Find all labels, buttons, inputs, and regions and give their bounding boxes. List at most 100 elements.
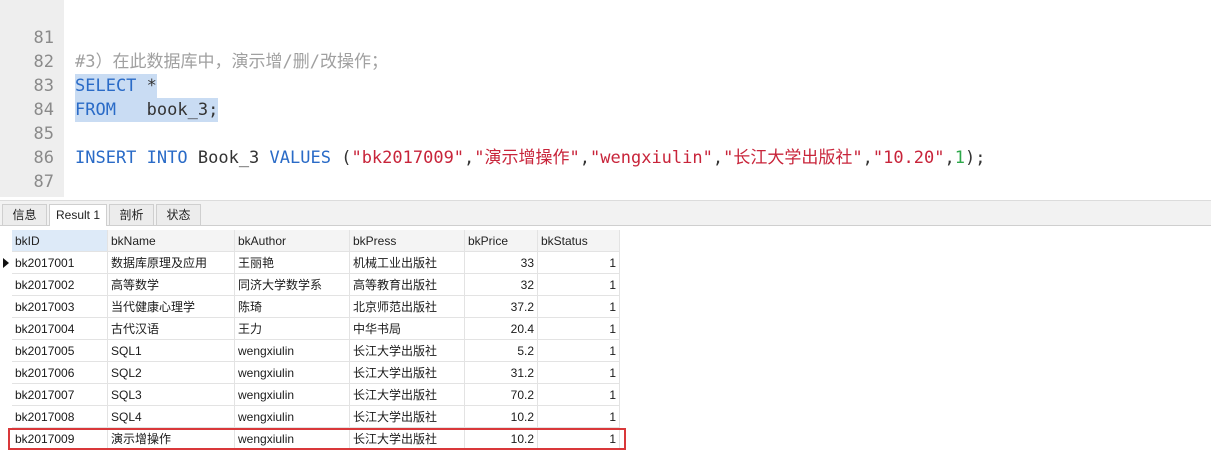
cell-bkauthor[interactable]: wengxiulin xyxy=(235,428,350,450)
table-row[interactable]: bk2017004 古代汉语 王力 中华书局 20.4 1 xyxy=(0,318,620,340)
cell-bkstatus[interactable]: 1 xyxy=(538,428,620,450)
result-grid[interactable]: bkID bkName bkAuthor bkPress bkPrice bkS… xyxy=(0,226,1211,464)
cell-bkpress[interactable]: 长江大学出版社 xyxy=(350,406,465,428)
code-line-87[interactable]: 87 xyxy=(0,146,54,192)
keyword-insert: INSERT xyxy=(75,148,137,168)
cell-bkauthor[interactable]: wengxiulin xyxy=(235,340,350,362)
number-literal: 1 xyxy=(954,148,965,168)
cell-bkpress[interactable]: 机械工业出版社 xyxy=(350,252,465,274)
string-literal: "wengxiulin" xyxy=(590,148,713,168)
cell-bkprice[interactable]: 37.2 xyxy=(465,296,538,318)
cell-bkpress[interactable]: 长江大学出版社 xyxy=(350,384,465,406)
cell-bkname[interactable]: SQL2 xyxy=(108,362,235,384)
code-line-86[interactable]: 86 xyxy=(0,122,54,168)
code-line-84[interactable]: 84 xyxy=(0,74,54,120)
cell-bkname[interactable]: SQL3 xyxy=(108,384,235,406)
column-header-bkpress[interactable]: bkPress xyxy=(350,230,465,252)
cell-bkstatus[interactable]: 1 xyxy=(538,318,620,340)
comma: , xyxy=(464,148,475,168)
table-row[interactable]: bk2017009 演示增操作 wengxiulin 长江大学出版社 10.2 1 xyxy=(0,428,620,450)
table-row[interactable]: bk2017006 SQL2 wengxiulin 长江大学出版社 31.2 1 xyxy=(0,362,620,384)
cell-bkname[interactable]: 古代汉语 xyxy=(108,318,235,340)
cell-bkid[interactable]: bk2017004 xyxy=(12,318,108,340)
cell-bkid[interactable]: bk2017002 xyxy=(12,274,108,296)
cell-bkstatus[interactable]: 1 xyxy=(538,362,620,384)
column-header-bkname[interactable]: bkName xyxy=(108,230,235,252)
open-paren: ( xyxy=(330,148,352,168)
comma: , xyxy=(712,148,724,168)
cell-bkname[interactable]: SQL4 xyxy=(108,406,235,428)
string-literal: "bk2017009" xyxy=(351,148,465,168)
cell-bkauthor[interactable]: wengxiulin xyxy=(235,406,350,428)
cell-bkprice[interactable]: 10.2 xyxy=(465,406,538,428)
cell-bkprice[interactable]: 31.2 xyxy=(465,362,538,384)
cell-bkprice[interactable]: 20.4 xyxy=(465,318,538,340)
cell-bkauthor[interactable]: 王力 xyxy=(235,318,350,340)
column-header-bkprice[interactable]: bkPrice xyxy=(465,230,538,252)
cell-bkname[interactable]: 数据库原理及应用 xyxy=(108,252,235,274)
code-line-81[interactable]: 81 #3）在此数据库中，演示增/删/改操作； xyxy=(0,2,388,72)
sql-editor[interactable]: 81 #3）在此数据库中，演示增/删/改操作； 82 SELECT * 83 F… xyxy=(0,0,1211,197)
cell-bkprice[interactable]: 5.2 xyxy=(465,340,538,362)
cell-bkstatus[interactable]: 1 xyxy=(538,274,620,296)
tab-info[interactable]: 信息 xyxy=(2,204,47,225)
tab-profile[interactable]: 剖析 xyxy=(109,204,154,225)
column-header-bkid[interactable]: bkID xyxy=(12,230,108,252)
cell-bkpress[interactable]: 北京师范出版社 xyxy=(350,296,465,318)
cell-bkid[interactable]: bk2017008 xyxy=(12,406,108,428)
cell-bkauthor[interactable]: wengxiulin xyxy=(235,362,350,384)
string-literal: "长江大学出版社" xyxy=(723,148,863,168)
table-row[interactable]: bk2017005 SQL1 wengxiulin 长江大学出版社 5.2 1 xyxy=(0,340,620,362)
cell-bkstatus[interactable]: 1 xyxy=(538,252,620,274)
cell-bkprice[interactable]: 70.2 xyxy=(465,384,538,406)
table-row[interactable]: bk2017002 高等数学 同济大学数学系 高等教育出版社 32 1 xyxy=(0,274,620,296)
cell-bkid[interactable]: bk2017009 xyxy=(12,428,108,450)
cell-bkid[interactable]: bk2017007 xyxy=(12,384,108,406)
cell-bkname[interactable]: 高等数学 xyxy=(108,274,235,296)
table-row[interactable]: bk2017003 当代健康心理学 陈琦 北京师范出版社 37.2 1 xyxy=(0,296,620,318)
cell-bkprice[interactable]: 10.2 xyxy=(465,428,538,450)
table-name: Book_3 xyxy=(197,148,260,168)
cell-bkpress[interactable]: 中华书局 xyxy=(350,318,465,340)
cell-bkname[interactable]: 演示增操作 xyxy=(108,428,235,450)
cell-bkauthor[interactable]: 王丽艳 xyxy=(235,252,350,274)
cell-bkauthor[interactable]: 同济大学数学系 xyxy=(235,274,350,296)
cell-bkstatus[interactable]: 1 xyxy=(538,406,620,428)
cell-bkauthor[interactable]: 陈琦 xyxy=(235,296,350,318)
cell-bkid[interactable]: bk2017006 xyxy=(12,362,108,384)
comma: , xyxy=(862,148,873,168)
cell-bkprice[interactable]: 33 xyxy=(465,252,538,274)
cell-bkname[interactable]: SQL1 xyxy=(108,340,235,362)
code-comment: #3）在此数据库中，演示增/删/改操作； xyxy=(75,52,388,72)
column-header-bkauthor[interactable]: bkAuthor xyxy=(235,230,350,252)
cell-bkprice[interactable]: 32 xyxy=(465,274,538,296)
table-row[interactable]: bk2017007 SQL3 wengxiulin 长江大学出版社 70.2 1 xyxy=(0,384,620,406)
cell-bkid[interactable]: bk2017001 xyxy=(12,252,108,274)
code-line-82[interactable]: 82 SELECT * xyxy=(0,26,157,98)
cell-bkpress[interactable]: 长江大学出版社 xyxy=(350,362,465,384)
code-line-88[interactable]: 88 xyxy=(0,170,54,197)
line-number: 88 xyxy=(0,194,54,197)
table-row[interactable]: bk2017001 数据库原理及应用 王丽艳 机械工业出版社 33 1 xyxy=(0,252,620,274)
cell-bkstatus[interactable]: 1 xyxy=(538,340,620,362)
table-row[interactable]: bk2017008 SQL4 wengxiulin 长江大学出版社 10.2 1 xyxy=(0,406,620,428)
keyword-select: SELECT xyxy=(75,76,137,96)
cell-bkid[interactable]: bk2017003 xyxy=(12,296,108,318)
cell-bkpress[interactable]: 长江大学出版社 xyxy=(350,340,465,362)
comma: , xyxy=(944,148,955,168)
code-line-83[interactable]: 83 FROM book_3; xyxy=(0,50,219,122)
cell-bkstatus[interactable]: 1 xyxy=(538,384,620,406)
tab-status[interactable]: 状态 xyxy=(156,204,201,225)
cell-bkauthor[interactable]: wengxiulin xyxy=(235,384,350,406)
code-line-85[interactable]: 85 INSERT INTO Book_3 VALUES ("bk2017009… xyxy=(0,98,986,168)
cell-bkstatus[interactable]: 1 xyxy=(538,296,620,318)
cell-bkpress[interactable]: 长江大学出版社 xyxy=(350,428,465,450)
string-literal: "10.20" xyxy=(872,148,945,168)
cell-bkid[interactable]: bk2017005 xyxy=(12,340,108,362)
cell-bkname[interactable]: 当代健康心理学 xyxy=(108,296,235,318)
column-header-bkstatus[interactable]: bkStatus xyxy=(538,230,620,252)
tab-result-1[interactable]: Result 1 xyxy=(49,204,107,226)
cell-bkpress[interactable]: 高等教育出版社 xyxy=(350,274,465,296)
keyword-values: VALUES xyxy=(269,148,331,168)
string-literal: "演示增操作" xyxy=(474,148,580,168)
